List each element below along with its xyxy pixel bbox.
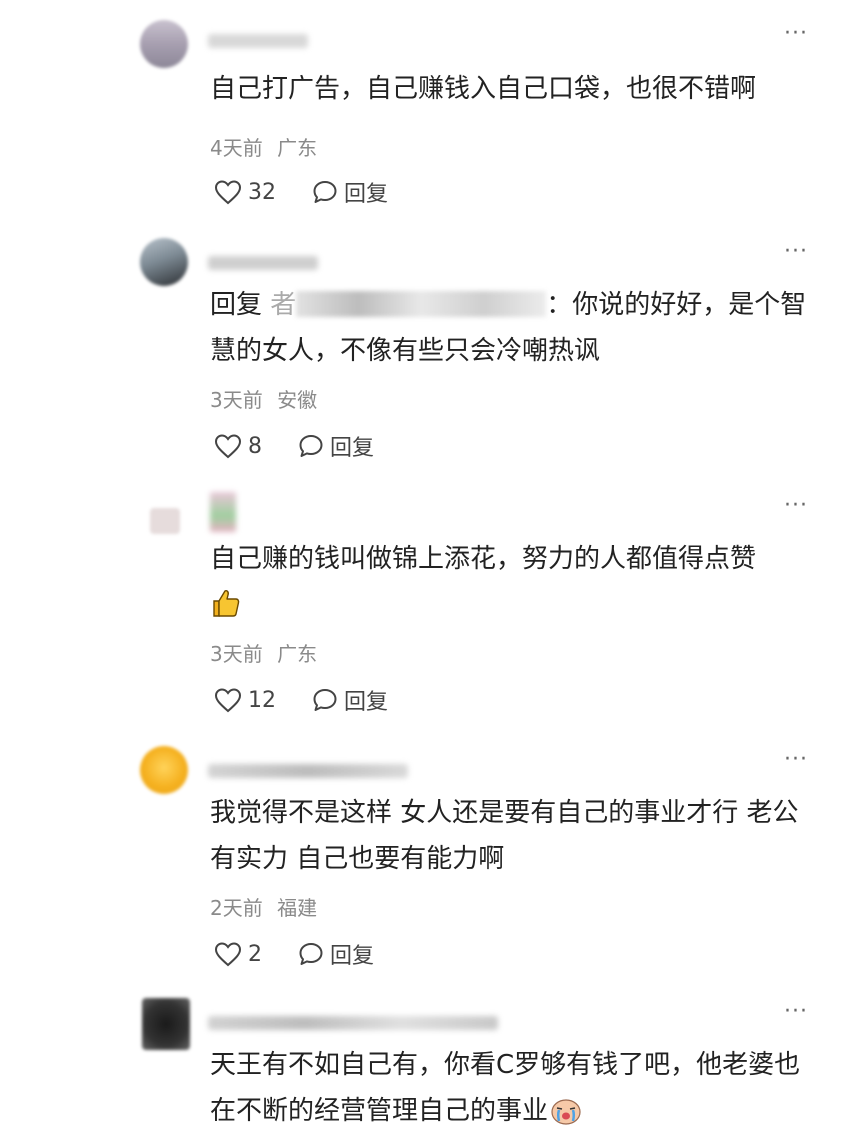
comment-location: 广东 xyxy=(277,136,318,160)
comment-text: 自己赚的钱叫做锦上添花，努力的人都值得点赞 xyxy=(210,536,820,634)
reply-to-initial: 者 xyxy=(270,290,297,320)
crying-face-icon xyxy=(550,1094,582,1140)
comment-actions: 8 回复 xyxy=(214,430,374,462)
more-options-button[interactable]: ··· xyxy=(784,241,808,263)
heart-icon xyxy=(214,688,242,713)
speech-bubble-icon xyxy=(313,689,337,711)
like-button[interactable]: 32 xyxy=(214,179,276,205)
comment-time: 3天前 xyxy=(210,388,263,412)
heart-icon xyxy=(214,180,242,205)
comment-meta: 2天前 福建 xyxy=(210,892,317,921)
reply-prefix: 回复 xyxy=(210,290,263,320)
heart-icon xyxy=(214,434,242,459)
comment-meta: 3天前 安徽 xyxy=(210,384,317,413)
username-blurred[interactable] xyxy=(208,34,308,48)
comment-text: 我觉得不是这样 女人还是要有自己的事业才行 老公有实力 自己也要有能力啊 xyxy=(210,798,799,874)
username-blurred[interactable] xyxy=(210,492,236,532)
comment-location: 福建 xyxy=(277,896,318,920)
reply-label: 回复 xyxy=(344,182,389,207)
username-blurred[interactable] xyxy=(208,1016,498,1030)
like-button[interactable]: 2 xyxy=(214,941,262,967)
reply-button[interactable]: 回复 xyxy=(298,430,374,462)
comment-actions: 32 回复 xyxy=(214,176,388,208)
comment-meta: 3天前 广东 xyxy=(210,638,317,667)
avatar[interactable] xyxy=(140,238,188,286)
comment-location: 安徽 xyxy=(277,388,318,412)
reply-button[interactable]: 回复 xyxy=(312,176,388,208)
reply-label: 回复 xyxy=(330,944,375,969)
like-count: 32 xyxy=(248,179,276,205)
avatar[interactable] xyxy=(142,998,190,1050)
like-button[interactable]: 12 xyxy=(214,687,276,713)
comment-time: 4天前 xyxy=(210,136,263,160)
like-count: 12 xyxy=(248,687,276,713)
comment-actions: 2 回复 xyxy=(214,938,374,970)
speech-bubble-icon xyxy=(299,435,323,457)
comment-text: 回复 者：你说的好好，是个智慧的女人，不像有些只会冷嘲热讽 xyxy=(210,282,810,374)
like-count: 2 xyxy=(248,941,262,967)
reply-button[interactable]: 回复 xyxy=(312,684,388,716)
reply-label: 回复 xyxy=(344,690,389,715)
speech-bubble-icon xyxy=(313,181,337,203)
comment-text-content: 自己赚的钱叫做锦上添花，努力的人都值得点赞 xyxy=(210,544,757,574)
more-options-button[interactable]: ··· xyxy=(784,1001,808,1023)
reply-to-user-blurred xyxy=(296,291,547,317)
heart-icon xyxy=(214,942,242,967)
username-blurred[interactable] xyxy=(208,764,408,778)
comment-text: 自己打广告，自己赚钱入自己口袋，也很不错啊 xyxy=(210,74,757,104)
comment-time: 2天前 xyxy=(210,896,263,920)
speech-bubble-icon xyxy=(299,943,323,965)
more-options-button[interactable]: ··· xyxy=(784,749,808,771)
reply-button[interactable]: 回复 xyxy=(298,938,374,970)
thumbs-up-icon xyxy=(210,587,242,634)
reply-label: 回复 xyxy=(330,436,375,461)
comment-meta: 4天前 广东 xyxy=(210,132,317,161)
username-blurred[interactable] xyxy=(208,256,318,270)
like-count: 8 xyxy=(248,433,262,459)
reply-to-user[interactable]: 者 xyxy=(270,290,547,320)
more-options-button[interactable]: ··· xyxy=(784,23,808,45)
comment-text-content: 天王有不如自己有，你看C罗够有钱了吧，他老婆也在不断的经营管理自己的事业 xyxy=(210,1050,801,1126)
avatar[interactable] xyxy=(150,508,180,534)
more-options-button[interactable]: ··· xyxy=(784,495,808,517)
comment-location: 广东 xyxy=(277,642,318,666)
avatar[interactable] xyxy=(140,746,188,794)
comment-text: 天王有不如自己有，你看C罗够有钱了吧，他老婆也在不断的经营管理自己的事业 xyxy=(210,1042,810,1140)
like-button[interactable]: 8 xyxy=(214,433,262,459)
comment-time: 3天前 xyxy=(210,642,263,666)
comment-actions: 12 回复 xyxy=(214,684,388,716)
avatar[interactable] xyxy=(140,20,188,68)
